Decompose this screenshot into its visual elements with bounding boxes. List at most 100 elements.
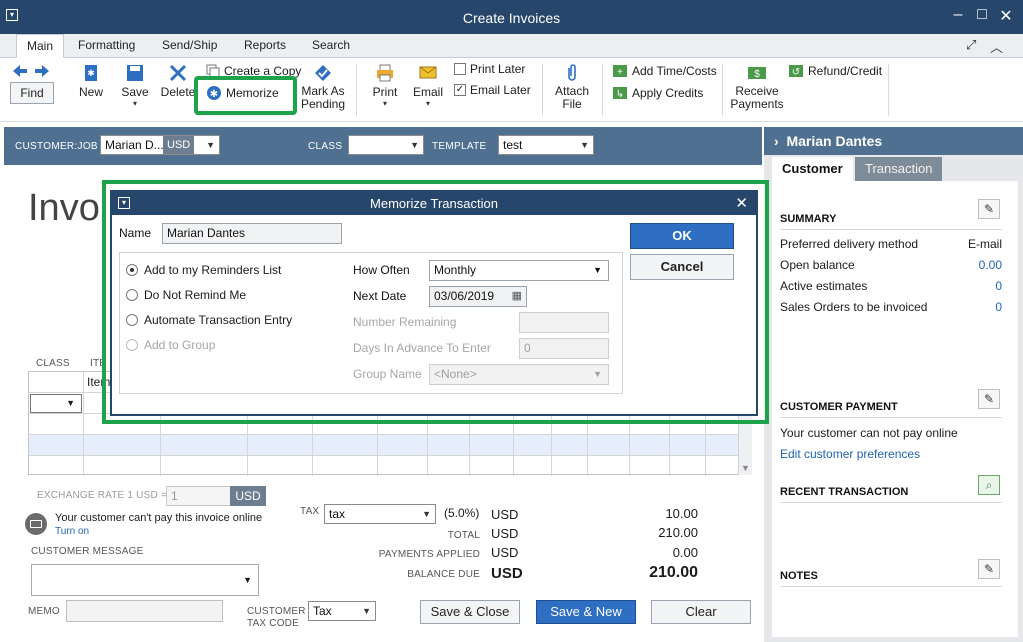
tab-customer[interactable]: Customer [772,157,853,181]
summary-label: Preferred delivery method [780,237,919,251]
summary-row: Active estimates 0 [780,279,1002,293]
delete-label: Delete [160,85,196,99]
prev-arrow-icon[interactable] [12,64,28,81]
edit-summary-pencil-icon[interactable]: ✎ [978,199,1000,219]
maximize-icon[interactable]: □ [972,6,992,24]
radio-do-not-remind[interactable]: Do Not Remind Me [126,288,246,302]
receive-payments-label-1: Receive [735,84,779,98]
customer-currency: USD [163,136,195,154]
email-button[interactable]: Email ▾ [410,64,446,108]
toolbar-separator [888,64,889,116]
tab-main[interactable]: Main [16,34,65,58]
email-later-label: Email Later [470,83,531,97]
new-button[interactable]: ✱ New [74,64,108,99]
email-dropdown-icon[interactable]: ▾ [410,99,446,108]
attach-file-button[interactable]: Attach File [552,64,592,111]
edit-customer-preferences-link[interactable]: Edit customer preferences [780,447,1002,461]
printer-icon [377,64,393,82]
customer-job-dropdown[interactable]: Marian D... USD ▼ [100,135,220,155]
scroll-down-icon[interactable]: ▼ [741,463,750,473]
mark-as-pending-label-2: Pending [300,97,346,111]
clear-button[interactable]: Clear [651,600,751,624]
cancel-button[interactable]: Cancel [630,254,734,280]
dialog-system-menu-icon[interactable]: ▾ [118,197,130,209]
print-dropdown-icon[interactable]: ▾ [368,99,402,108]
delete-button[interactable]: Delete [160,64,196,99]
summary-value[interactable]: 0 [995,300,1002,314]
expand-icon[interactable]: ⤢ [966,37,976,53]
save-button[interactable]: Save ▾ [118,64,152,108]
tab-reports[interactable]: Reports [234,34,296,58]
exchange-rate-input[interactable]: 1 [166,486,232,506]
add-time-costs-button[interactable]: + Add Time/Costs [612,63,717,79]
summary-label: Sales Orders to be invoiced [780,300,928,314]
customer-tax-code-dropdown[interactable]: Tax ▼ [308,601,376,621]
next-arrow-icon[interactable] [34,64,50,81]
dialog-close-icon[interactable]: ✕ [735,192,748,215]
payments-amount: 0.00 [672,545,698,560]
save-close-button[interactable]: Save & Close [420,600,520,624]
name-input[interactable]: Marian Dantes [162,223,342,244]
tab-transaction[interactable]: Transaction [855,157,943,181]
how-often-dropdown[interactable]: Monthly ▼ [429,260,609,281]
radio-automate-entry[interactable]: Automate Transaction Entry [126,313,292,327]
next-date-value: 03/06/2019 [434,289,495,303]
print-later-checkbox[interactable]: Print Later [454,62,525,76]
tab-search[interactable]: Search [302,34,360,58]
table-row[interactable] [29,456,739,477]
class-dropdown[interactable]: ▼ [348,135,424,155]
template-label: TEMPLATE [432,141,487,152]
turn-on-link[interactable]: Turn on [55,526,89,537]
memo-input[interactable] [66,600,223,622]
summary-value[interactable]: 0 [995,279,1002,293]
summary-value[interactable]: 0.00 [979,258,1002,272]
payments-applied-label: PAYMENTS APPLIED [378,549,480,560]
svg-text:✱: ✱ [87,68,95,78]
radio-add-to-reminders[interactable]: Add to my Reminders List [126,263,281,277]
customer-tax-code-value: Tax [313,604,332,618]
tab-send-ship[interactable]: Send/Ship [152,34,227,58]
total-amount: 210.00 [658,525,698,540]
chevron-down-icon: ▼ [593,265,602,275]
exchange-currency: USD [230,486,266,506]
attach-file-label-1: Attach [554,84,590,98]
next-date-input[interactable]: 03/06/2019 ▦ [429,286,527,307]
tab-formatting[interactable]: Formatting [68,34,145,58]
save-label: Save [121,85,149,99]
collapse-ribbon-icon[interactable]: ︿ [990,37,1003,56]
class-column-label: CLASS [36,358,70,369]
recent-transaction-title: RECENT TRANSACTION [780,486,909,498]
refund-credit-button[interactable]: ↺ Refund/Credit [788,63,882,79]
class-cell-dropdown[interactable]: ▼ [30,394,82,413]
customer-message-dropdown[interactable]: ▼ [31,564,259,596]
template-dropdown[interactable]: test ▼ [498,135,594,155]
save-new-button[interactable]: Save & New [536,600,636,624]
radio-selected-icon [126,264,138,276]
edit-notes-pencil-icon[interactable]: ✎ [978,559,1000,579]
radio-icon [126,289,138,301]
find-button[interactable]: Find [10,82,54,104]
receive-payments-icon: $ [748,67,766,80]
print-button[interactable]: Print ▾ [368,64,402,108]
chevron-down-icon: ▼ [580,140,589,150]
close-icon[interactable]: ✕ [996,6,1016,26]
tax-dropdown[interactable]: tax ▼ [324,504,436,524]
minimize-icon[interactable]: – [948,6,968,24]
group-name-value: <None> [434,367,477,381]
total-currency: USD [491,526,519,541]
add-time-icon: + [613,65,627,78]
table-row[interactable] [29,435,739,456]
edit-payment-pencil-icon[interactable]: ✎ [978,389,1000,409]
how-often-label: How Often [353,263,410,277]
mark-as-pending-button[interactable]: Mark As Pending [300,64,346,111]
ok-button[interactable]: OK [630,223,734,249]
customer-info-panel: › Marian Dantes Customer Transaction SUM… [764,127,1023,642]
email-later-checkbox[interactable]: ✓ Email Later [454,83,531,97]
calendar-icon[interactable]: ▦ [512,287,522,306]
panel-expand-icon[interactable]: › [774,133,779,149]
save-dropdown-icon[interactable]: ▾ [118,99,152,108]
apply-credits-button[interactable]: ↳ Apply Credits [612,85,703,101]
quick-report-icon[interactable]: ⌕ [978,475,1000,495]
receive-payments-button[interactable]: $ Receive Payments [730,64,784,111]
balance-currency: USD [491,565,523,582]
